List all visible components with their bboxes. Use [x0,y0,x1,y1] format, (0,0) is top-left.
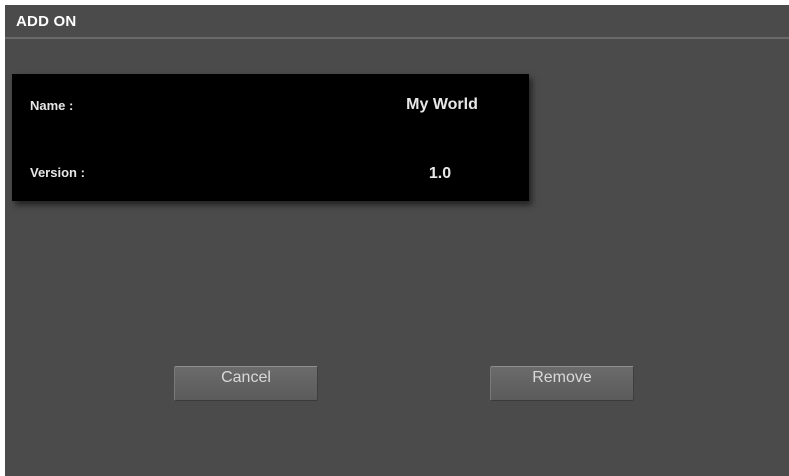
remove-button[interactable]: Remove [490,366,634,401]
title-bar: ADD ON [5,5,789,39]
name-value: My World [406,96,478,113]
version-value: 1.0 [428,165,452,182]
version-label: Version : [30,165,85,180]
cancel-button[interactable]: Cancel [174,366,318,401]
add-on-info-panel: Name : My World Version : 1.0 [12,74,529,201]
dialog-title: ADD ON [16,13,77,30]
add-on-dialog: ADD ON Name : My World Version : 1.0 Can… [5,5,789,476]
name-label: Name : [30,98,74,113]
